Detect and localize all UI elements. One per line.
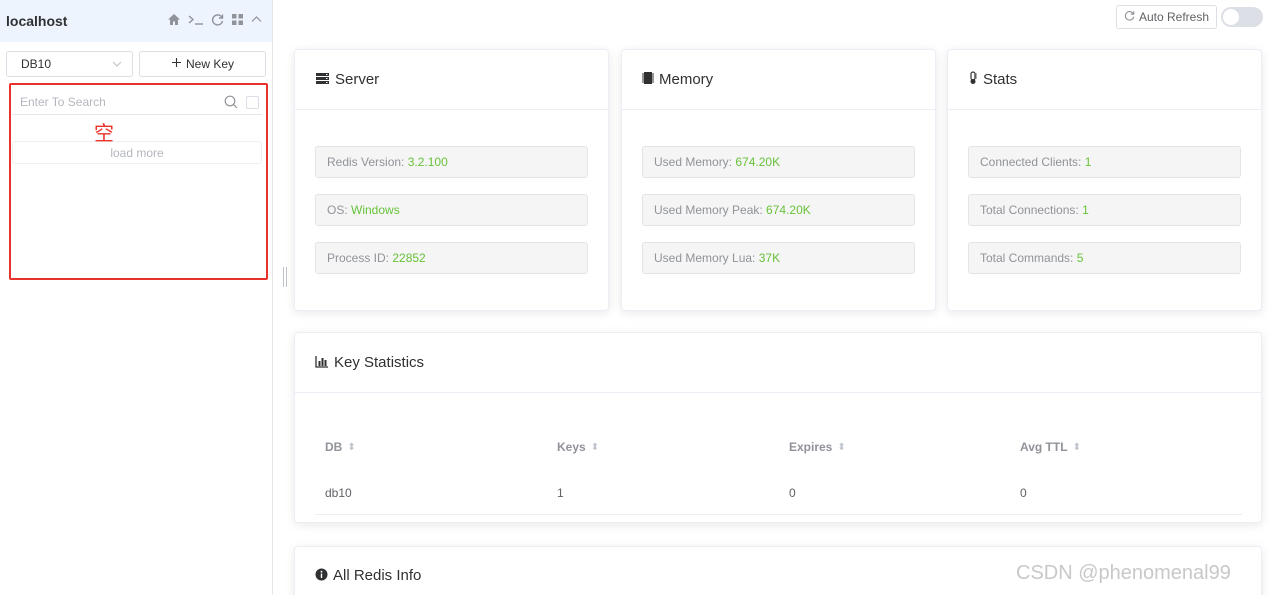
memory-icon xyxy=(642,71,654,88)
info-label: Used Memory: xyxy=(654,155,733,169)
info-label: Total Connections: xyxy=(980,203,1079,217)
info-label: Total Commands: xyxy=(980,251,1074,265)
connection-toolbar xyxy=(167,13,262,26)
bar-chart-icon xyxy=(315,355,329,371)
server-info-row: Redis Version: 3.2.100 xyxy=(315,146,588,178)
exact-match-checkbox[interactable] xyxy=(246,96,259,109)
stats-title: Stats xyxy=(983,71,1018,88)
table-cell: 1 xyxy=(557,485,564,500)
memory-info-row: Used Memory Peak: 674.20K xyxy=(642,194,915,226)
server-card-header: Server xyxy=(295,50,608,110)
new-key-button[interactable]: New Key xyxy=(139,51,266,77)
info-value: Windows xyxy=(351,203,400,217)
search-icon[interactable] xyxy=(224,95,238,114)
refresh-icon[interactable] xyxy=(211,13,224,26)
sidebar: localhost DB10 New Key Enter To Search l… xyxy=(0,0,273,595)
column-label: Expires xyxy=(789,440,833,454)
info-icon xyxy=(315,568,328,584)
sort-icon[interactable]: ⬍ xyxy=(837,442,845,453)
new-key-label: New Key xyxy=(185,57,235,71)
info-label: OS: xyxy=(327,203,348,217)
home-icon[interactable] xyxy=(167,13,181,26)
memory-info-row: Used Memory Lua: 37K xyxy=(642,242,915,274)
db-select-value: DB10 xyxy=(21,57,52,71)
info-value: 22852 xyxy=(392,251,426,265)
chevron-down-icon xyxy=(112,58,122,73)
info-label: Connected Clients: xyxy=(980,155,1082,169)
connection-header[interactable]: localhost xyxy=(0,0,272,42)
key-statistics-table: DB ⬍ Keys ⬍ Expires ⬍ Avg TTL ⬍ db10 1 0 0 xyxy=(315,423,1242,515)
server-icon xyxy=(315,72,330,88)
stats-info-row: Connected Clients: 1 xyxy=(968,146,1241,178)
info-label: Used Memory Lua: xyxy=(654,251,756,265)
stats-card-header: Stats xyxy=(948,50,1261,110)
info-value: 3.2.100 xyxy=(407,155,448,169)
memory-title: Memory xyxy=(659,71,714,88)
info-label: Used Memory Peak: xyxy=(654,203,763,217)
info-label: Process ID: xyxy=(327,251,390,265)
info-label: Redis Version: xyxy=(327,155,405,169)
column-label: Keys xyxy=(557,440,586,454)
sort-icon[interactable]: ⬍ xyxy=(591,442,599,453)
chevron-up-icon[interactable] xyxy=(251,13,262,26)
search-input[interactable] xyxy=(12,95,212,109)
empty-annotation: 空 xyxy=(94,121,114,145)
auto-refresh-button[interactable]: Auto Refresh xyxy=(1116,5,1217,29)
server-info-row: OS: Windows xyxy=(315,194,588,226)
column-label: DB xyxy=(325,440,343,454)
grid-icon[interactable] xyxy=(231,13,244,26)
plus-icon xyxy=(171,57,182,71)
server-title: Server xyxy=(335,71,380,88)
column-header-avg-ttl[interactable]: Avg TTL ⬍ xyxy=(1020,423,1081,471)
stats-card: Stats Connected Clients: 1 Total Connect… xyxy=(947,49,1262,311)
info-value: 674.20K xyxy=(766,203,811,217)
auto-refresh-label: Auto Refresh xyxy=(1138,10,1210,24)
load-more-button[interactable]: load more xyxy=(12,141,262,164)
table-row: db10 1 0 0 xyxy=(315,471,1242,515)
column-header-db[interactable]: DB ⬍ xyxy=(325,423,356,471)
thermometer-icon xyxy=(968,71,978,88)
terminal-icon[interactable] xyxy=(188,13,204,26)
table-cell: 0 xyxy=(789,485,796,500)
auto-refresh-toggle[interactable] xyxy=(1221,7,1263,27)
column-header-keys[interactable]: Keys ⬍ xyxy=(557,423,599,471)
memory-card: Memory Used Memory: 674.20K Used Memory … xyxy=(621,49,936,311)
column-header-expires[interactable]: Expires ⬍ xyxy=(789,423,846,471)
refresh-icon xyxy=(1124,10,1135,24)
column-label: Avg TTL xyxy=(1020,440,1068,454)
watermark: CSDN @phenomenal99 xyxy=(1016,562,1231,584)
table-cell: db10 xyxy=(325,485,352,500)
key-statistics-card: Key Statistics DB ⬍ Keys ⬍ Expires ⬍ Avg TT… xyxy=(294,332,1262,523)
sort-icon[interactable]: ⬍ xyxy=(347,442,355,453)
memory-info-row: Used Memory: 674.20K xyxy=(642,146,915,178)
info-value: 37K xyxy=(758,251,781,265)
sort-icon[interactable]: ⬍ xyxy=(1073,442,1081,453)
info-value: 5 xyxy=(1076,251,1084,265)
server-info-row: Process ID: 22852 xyxy=(315,242,588,274)
resize-handle[interactable] xyxy=(283,267,287,287)
toggle-knob xyxy=(1223,9,1239,25)
server-card: Server Redis Version: 3.2.100 OS: Window… xyxy=(294,49,609,311)
all-redis-info-title: All Redis Info xyxy=(333,567,422,584)
db-select[interactable]: DB10 xyxy=(6,51,133,77)
table-header-row: DB ⬍ Keys ⬍ Expires ⬍ Avg TTL ⬍ xyxy=(315,423,1242,471)
stats-info-row: Total Connections: 1 xyxy=(968,194,1241,226)
key-statistics-title: Key Statistics xyxy=(334,354,425,371)
connection-name: localhost xyxy=(6,13,68,29)
search-box xyxy=(12,90,262,115)
memory-card-header: Memory xyxy=(622,50,935,110)
info-value: 1 xyxy=(1084,155,1092,169)
key-statistics-header: Key Statistics xyxy=(295,333,1261,393)
table-cell: 0 xyxy=(1020,485,1027,500)
app: localhost DB10 New Key Enter To Search l… xyxy=(0,0,1269,595)
stats-info-row: Total Commands: 5 xyxy=(968,242,1241,274)
info-value: 674.20K xyxy=(735,155,781,169)
info-value: 1 xyxy=(1082,203,1089,217)
load-more-label: load more xyxy=(110,145,164,160)
